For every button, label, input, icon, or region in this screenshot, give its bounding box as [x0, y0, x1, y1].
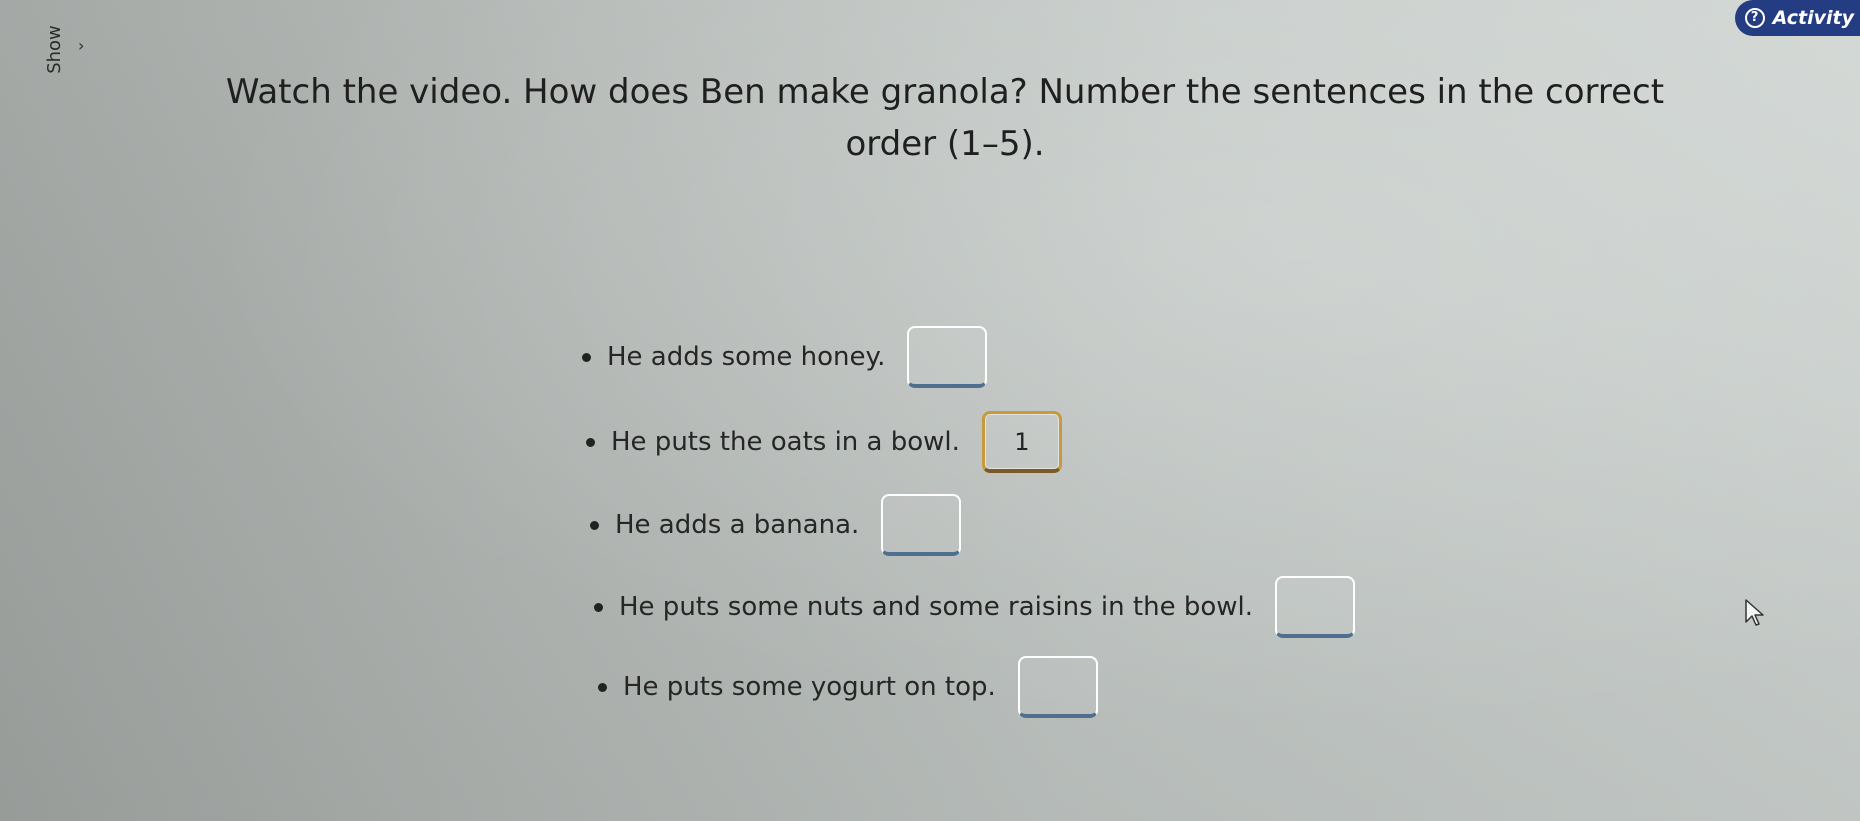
sentence-text: He adds a banana.: [615, 510, 860, 540]
list-item: He puts some yogurt on top.: [598, 656, 1098, 718]
bullet-icon: [598, 682, 607, 692]
instruction-text: Watch the video. How does Ben make grano…: [225, 72, 1665, 164]
list-item: He adds some honey.: [582, 326, 988, 388]
mouse-pointer-icon: [1745, 599, 1764, 626]
sentence-text: He puts some nuts and some raisins in th…: [619, 592, 1253, 622]
list-item: He puts the oats in a bowl.: [586, 411, 1062, 473]
order-input-4[interactable]: [1275, 576, 1355, 638]
help-icon: ?: [1744, 8, 1765, 28]
list-item: He puts some nuts and some raisins in th…: [594, 576, 1355, 638]
sentence-text: He puts the oats in a bowl.: [611, 427, 960, 457]
sentence-text: He puts some yogurt on top.: [623, 672, 996, 702]
bullet-icon: [586, 437, 595, 447]
sentence-text: He adds some honey.: [607, 342, 886, 372]
order-input-3[interactable]: [881, 494, 962, 556]
activity-button[interactable]: ? Activity: [1734, 0, 1860, 36]
chevron-right-icon[interactable]: ›: [78, 36, 84, 55]
order-input-1[interactable]: [907, 326, 988, 388]
bullet-icon: [590, 520, 599, 530]
order-input-2[interactable]: [981, 411, 1062, 473]
bullet-icon: [594, 602, 603, 612]
list-item: He adds a banana.: [590, 494, 962, 556]
order-input-5[interactable]: [1017, 656, 1098, 718]
show-panel-toggle[interactable]: Show: [36, 14, 72, 84]
bullet-icon: [582, 352, 591, 362]
activity-label: Activity: [1772, 7, 1854, 29]
show-label: Show: [43, 24, 65, 74]
